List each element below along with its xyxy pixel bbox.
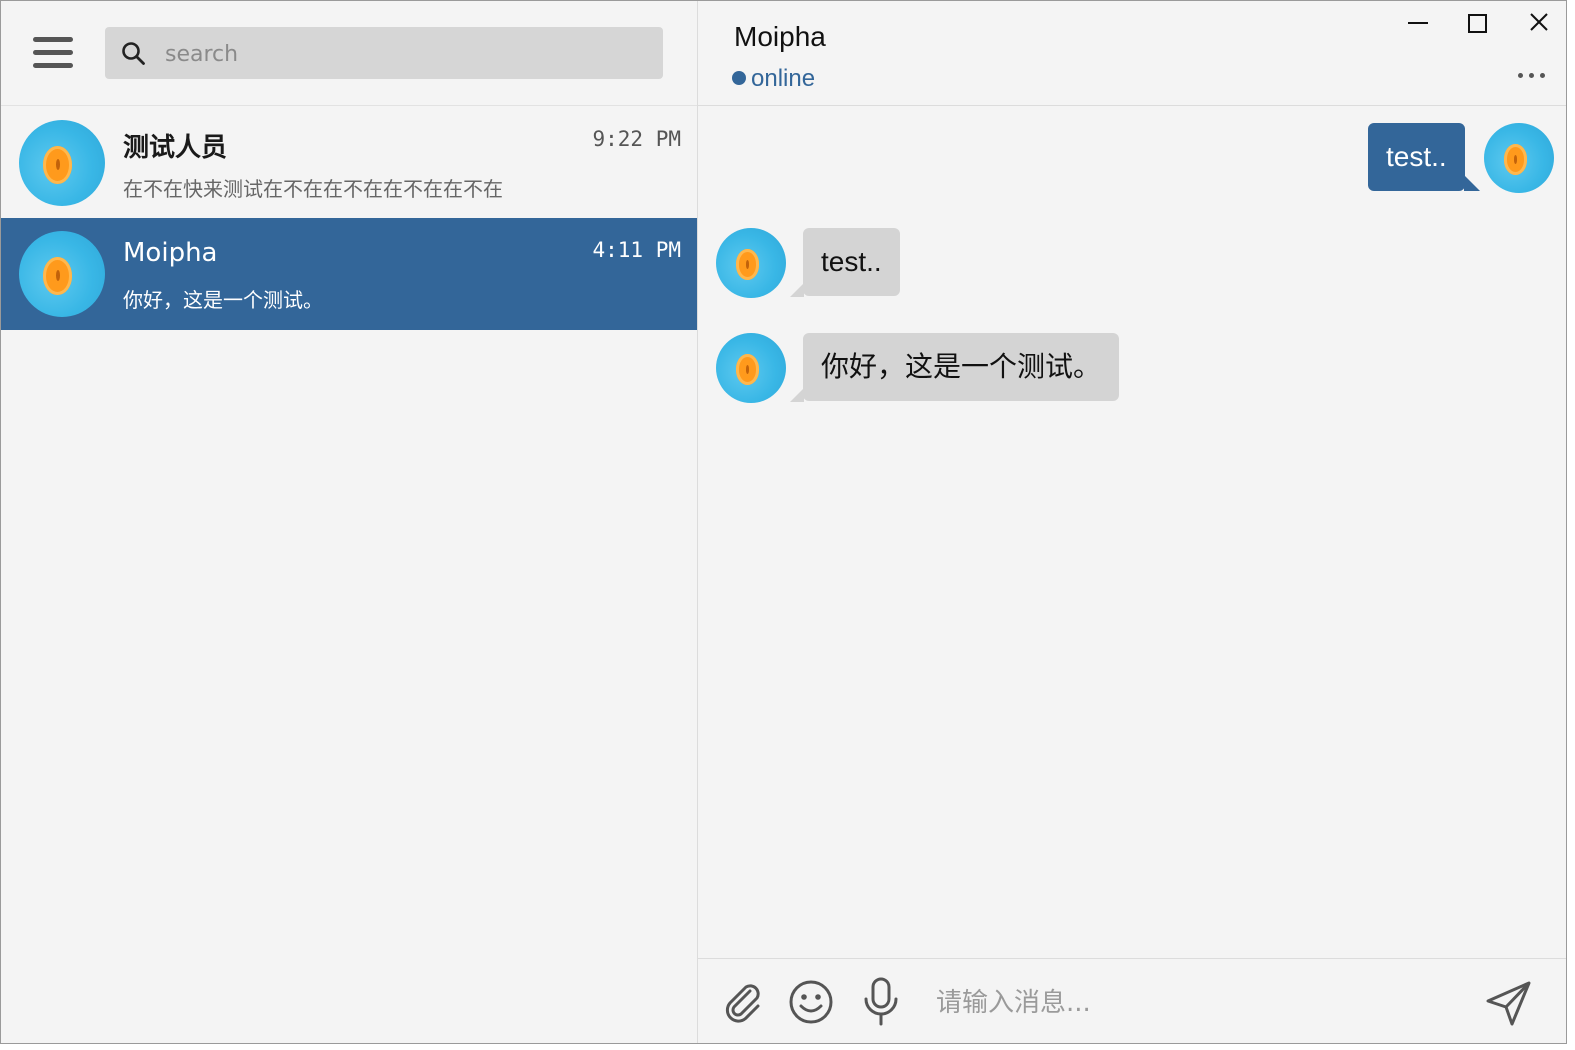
minimize-icon[interactable]: [1398, 7, 1442, 41]
bubble-tail: [1464, 175, 1480, 191]
message-bubble-outgoing: test..: [1368, 123, 1465, 191]
status-text: online: [751, 65, 816, 92]
contact-name: Moipha: [734, 21, 826, 52]
chat-preview: 你好，这是一个测试。: [123, 288, 323, 312]
hamburger-menu-icon[interactable]: [29, 33, 77, 73]
message-bubble-incoming: 你好，这是一个测试。: [803, 333, 1120, 401]
avatar: [716, 228, 786, 298]
bubble-tail: [790, 388, 804, 402]
chat-preview: 在不在快来测试在不在在不在在不在在不在: [123, 177, 503, 201]
message-bubble-incoming: test..: [803, 228, 900, 296]
sidebar: 测试人员 9:22 PM 在不在快来测试在不在在不在在不在在不在 Moipha …: [1, 1, 698, 1043]
microphone-icon[interactable]: [860, 977, 902, 1031]
avatar: [19, 231, 105, 317]
contact-status: online: [732, 65, 815, 93]
chat-list-item-active[interactable]: Moipha 4:11 PM 你好，这是一个测试。: [1, 218, 697, 330]
chat-time: 4:11 PM: [592, 238, 681, 262]
send-icon[interactable]: [1484, 979, 1534, 1033]
paperclip-icon[interactable]: [720, 979, 766, 1029]
chat-name: 测试人员: [123, 133, 228, 163]
search-input[interactable]: [163, 27, 647, 81]
bubble-tail: [790, 283, 804, 297]
status-dot: [732, 71, 746, 85]
sidebar-header: [1, 1, 697, 106]
avatar: [1484, 123, 1554, 193]
chat-list-item[interactable]: 测试人员 9:22 PM 在不在快来测试在不在在不在在不在在不在: [1, 107, 697, 219]
chat-header: Moipha online: [698, 1, 1566, 106]
search-icon: [122, 42, 145, 65]
close-icon[interactable]: [1520, 7, 1564, 41]
app-window: 测试人员 9:22 PM 在不在快来测试在不在在不在在不在在不在 Moipha …: [0, 0, 1567, 1044]
chat-time: 9:22 PM: [592, 127, 681, 151]
maximize-icon[interactable]: [1458, 7, 1502, 41]
smiley-icon[interactable]: [788, 979, 834, 1029]
search-box[interactable]: [105, 27, 663, 81]
avatar: [716, 333, 786, 403]
avatar: [19, 120, 105, 206]
message-list: test.. test.. 你好，这是一个测试。: [698, 107, 1566, 957]
message-composer: [698, 958, 1566, 1043]
message-input[interactable]: [934, 977, 1458, 1029]
more-options-icon[interactable]: [1516, 67, 1548, 83]
chat-panel: Moipha online test.. test.. 你好，这是一个测试。 请…: [698, 1, 1566, 1043]
chat-name: Moipha: [123, 238, 218, 268]
